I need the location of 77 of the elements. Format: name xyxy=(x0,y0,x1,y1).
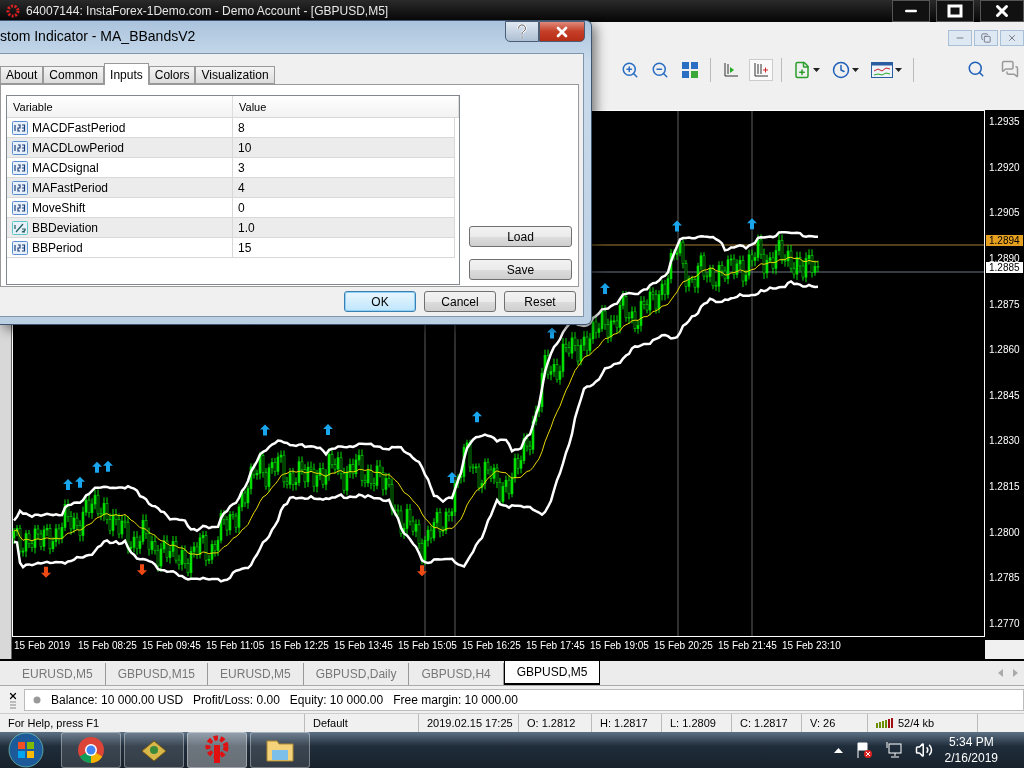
variable-value[interactable]: 8 xyxy=(238,120,245,135)
variable-value[interactable]: 10 xyxy=(238,140,252,155)
time-label: 15 Feb 2019 xyxy=(14,640,72,653)
dialog-button[interactable]: Reset xyxy=(504,291,576,312)
price-marker: 1.2894 xyxy=(986,235,1023,246)
dialog-tab[interactable]: Inputs xyxy=(104,63,149,85)
variable-name: MAFastPeriod xyxy=(32,180,109,195)
time-label: 15 Feb 20:25 xyxy=(654,640,714,653)
status-text: H: 1.2817 xyxy=(600,717,648,729)
price-label: 1.2890 xyxy=(988,252,1021,264)
variable-name: BBDeviation xyxy=(32,220,99,235)
file-button[interactable]: Load xyxy=(469,226,572,247)
variable-value[interactable]: 0 xyxy=(238,200,245,215)
price-marker: 1.2885 xyxy=(986,262,1023,273)
price-label: 1.2770 xyxy=(988,617,1021,630)
price-label: 1.2785 xyxy=(988,572,1021,585)
price-label: 1.2800 xyxy=(988,526,1021,539)
time-label: 15 Feb 16:25 xyxy=(462,640,522,653)
status-text: O: 1.2812 xyxy=(527,717,576,729)
dialog-button[interactable]: OK xyxy=(344,291,416,312)
time-label: 15 Feb 23:10 xyxy=(782,640,842,653)
variable-name: MACDFastPeriod xyxy=(32,120,126,135)
dialog-tab[interactable]: Visualization xyxy=(195,66,275,84)
dialog-tab[interactable]: Colors xyxy=(148,66,196,84)
variable-value[interactable]: 15 xyxy=(238,240,252,255)
price-label: 1.2845 xyxy=(988,389,1021,402)
price-label: 1.2935 xyxy=(988,116,1021,128)
time-label: 15 Feb 09:45 xyxy=(142,640,202,653)
dialog-button[interactable]: Cancel xyxy=(424,291,496,312)
chart-tab[interactable]: EURUSD,M5 xyxy=(208,663,304,685)
dialog-tab[interactable]: Common xyxy=(43,66,105,84)
clock-time: 5:34 PM xyxy=(948,734,994,750)
price-label: 1.2920 xyxy=(988,161,1021,174)
variable-name: MACDsignal xyxy=(32,160,99,175)
status-text: C: 1.2817 xyxy=(740,717,788,729)
variable-value[interactable]: 1.0 xyxy=(238,220,255,235)
chart-tab[interactable]: GBPUSD,M5 xyxy=(503,661,601,685)
dialog-tab[interactable]: About xyxy=(0,66,44,84)
column-header[interactable]: Variable xyxy=(7,96,233,117)
time-label: 15 Feb 12:25 xyxy=(270,640,330,653)
time-label: 15 Feb 17:45 xyxy=(526,640,586,653)
window-title: 64007144: InstaForex-1Demo.com - Demo Account - [GBPUSD,M5] xyxy=(26,4,390,18)
account-info: Balance: 10 000.00 USD xyxy=(51,692,184,707)
column-header[interactable]: Value xyxy=(233,96,459,117)
status-text: V: 26 xyxy=(810,717,836,729)
chart-tab[interactable]: GBPUSD,Daily xyxy=(303,663,410,685)
file-button[interactable]: Save xyxy=(469,259,572,280)
variable-value[interactable]: 3 xyxy=(238,160,245,175)
price-label: 1.2830 xyxy=(988,435,1021,448)
time-label: 15 Feb 19:05 xyxy=(590,640,650,653)
status-text: Default xyxy=(313,717,348,729)
status-text: 2019.02.15 17:25 xyxy=(427,717,513,729)
time-label: 15 Feb 11:05 xyxy=(206,640,266,653)
chart-tab[interactable]: GBPUSD,H4 xyxy=(409,663,504,685)
price-label: 1.2815 xyxy=(988,481,1021,493)
chart-tab[interactable]: EURUSD,M5 xyxy=(10,663,106,685)
time-label: 15 Feb 13:45 xyxy=(334,640,394,653)
time-label: 15 Feb 21:45 xyxy=(718,640,778,653)
price-label: 1.2860 xyxy=(988,344,1021,357)
status-text: 52/4 kb xyxy=(898,717,935,729)
account-info: Equity: 10 000.00 xyxy=(289,692,384,707)
clock-date: 2/16/2019 xyxy=(944,750,998,766)
variable-name: MACDLowPeriod xyxy=(32,140,125,155)
account-info: Free margin: 10 000.00 xyxy=(393,692,518,707)
price-label: 1.2905 xyxy=(988,207,1021,220)
status-text: L: 1.2809 xyxy=(670,717,716,729)
chart-tab[interactable]: GBPUSD,M15 xyxy=(105,663,209,685)
time-label: 15 Feb 15:05 xyxy=(398,640,458,653)
clock[interactable]: 5:34 PM 2/16/2019 xyxy=(944,734,998,766)
variable-name: BBPeriod xyxy=(32,240,83,255)
time-label: 15 Feb 08:25 xyxy=(78,640,138,653)
price-label: 1.2875 xyxy=(988,298,1021,311)
variable-name: MoveShift xyxy=(32,200,86,215)
dialog-title: stom Indicator - MA_BBandsV2 xyxy=(0,27,197,44)
account-info: Profit/Loss: 0.00 xyxy=(193,692,280,707)
variable-value[interactable]: 4 xyxy=(238,180,245,195)
status-text: For Help, press F1 xyxy=(8,717,100,729)
